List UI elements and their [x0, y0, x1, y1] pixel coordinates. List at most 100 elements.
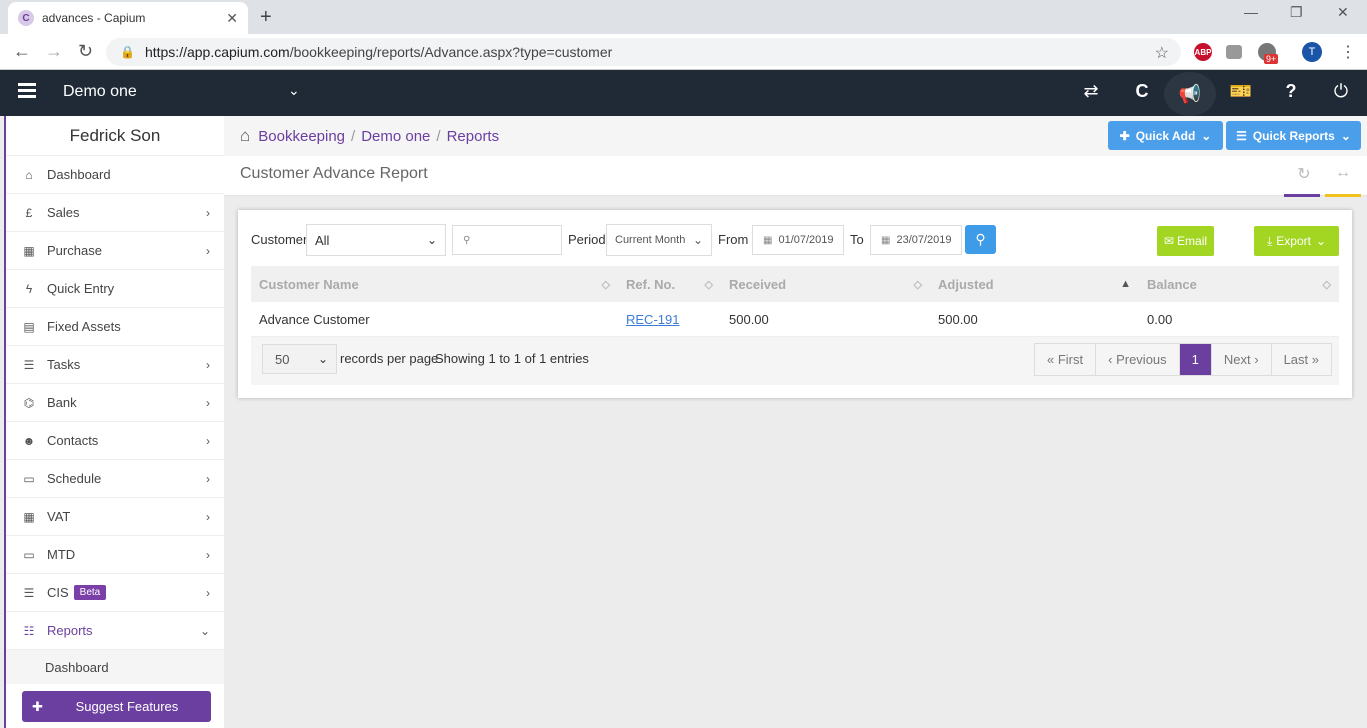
- col-received[interactable]: Received ◇: [721, 266, 930, 302]
- chevron-down-icon: ⌄: [199, 623, 210, 638]
- ref-link[interactable]: REC-191: [626, 312, 679, 327]
- forward-icon[interactable]: →: [45, 41, 63, 62]
- refresh-icon[interactable]: ↻: [1288, 164, 1320, 184]
- cell-ref: REC-191: [618, 302, 721, 336]
- power-icon[interactable]: ⏻: [1326, 81, 1356, 102]
- sidebar-item-label: Quick Entry: [47, 281, 115, 296]
- capium-logo-icon[interactable]: C: [1127, 81, 1157, 102]
- col-customer-name-label: Customer Name: [259, 276, 359, 292]
- users-icon: ☻: [22, 433, 36, 448]
- sidebar-item-purchase[interactable]: ▦ Purchase ›: [6, 232, 224, 270]
- restore-icon[interactable]: ❐: [1290, 4, 1303, 21]
- export-button[interactable]: ⤓ Export ⌄: [1254, 226, 1339, 256]
- chevron-down-icon[interactable]: ⌄: [288, 82, 300, 99]
- suggest-features-label: Suggest Features: [75, 699, 179, 714]
- expand-icon[interactable]: ↔: [1326, 164, 1360, 182]
- back-icon[interactable]: ←: [13, 41, 31, 62]
- home-icon: ⌂: [25, 167, 33, 182]
- company-name[interactable]: Demo one: [63, 83, 137, 101]
- cell-customer: Advance Customer: [259, 311, 370, 327]
- sidebar-item-mtd[interactable]: ▭ MTD ›: [6, 536, 224, 574]
- customer-select[interactable]: All ⌄: [306, 224, 446, 256]
- grid-icon: ▦: [23, 243, 35, 258]
- cell-received: 500.00: [729, 311, 769, 327]
- breadcrumb-reports[interactable]: Reports: [447, 128, 500, 145]
- announcement-icon[interactable]: 📢: [1164, 72, 1216, 116]
- period-select[interactable]: Current Month ⌄: [606, 224, 712, 256]
- address-bar[interactable]: 🔒 https://app.capium.com/bookkeeping/rep…: [106, 38, 1181, 66]
- reload-icon[interactable]: ↻: [78, 41, 93, 62]
- page-last-button[interactable]: Last »: [1271, 344, 1331, 375]
- sidebar-item-schedule[interactable]: ▭ Schedule ›: [6, 460, 224, 498]
- col-adjusted[interactable]: Adjusted ▲: [930, 266, 1139, 302]
- col-ref-no[interactable]: Ref. No. ◇: [618, 266, 721, 302]
- browser-menu-icon[interactable]: ⋮: [1340, 42, 1356, 62]
- col-ref-no-label: Ref. No.: [626, 276, 676, 292]
- records-per-page-label: records per page: [340, 351, 439, 366]
- close-tab-icon[interactable]: ✕: [226, 10, 238, 27]
- sidebar-subitem-dashboard[interactable]: Dashboard: [6, 650, 224, 684]
- sidebar-item-vat[interactable]: ▦ VAT ›: [6, 498, 224, 536]
- app-header: Demo one ⌄ ⇄ C 📢 🎫 ? ⏻: [0, 70, 1367, 116]
- sidebar-item-sales[interactable]: £ Sales ›: [6, 194, 224, 232]
- tasks-icon: ☰: [23, 357, 35, 372]
- sidebar-item-bank[interactable]: ⌬ Bank ›: [6, 384, 224, 422]
- ticket-icon[interactable]: 🎫: [1226, 81, 1256, 102]
- sidebar-item-fixed-assets[interactable]: ▤ Fixed Assets: [6, 308, 224, 346]
- quick-reports-button[interactable]: ☰ Quick Reports ⌄: [1226, 121, 1361, 150]
- indent-icon: ☰: [23, 585, 35, 600]
- col-balance-label: Balance: [1147, 276, 1197, 292]
- sidebar-item-reports[interactable]: ☷ Reports ⌄: [6, 612, 224, 650]
- new-tab-icon[interactable]: +: [260, 6, 272, 29]
- page-next-button[interactable]: Next ›: [1211, 344, 1272, 375]
- to-date-input[interactable]: ▦ 23/07/2019: [870, 225, 962, 255]
- sidebar-item-tasks[interactable]: ☰ Tasks ›: [6, 346, 224, 384]
- suggest-features-button[interactable]: ✚ Suggest Features: [22, 691, 211, 722]
- page-title: Customer Advance Report: [240, 165, 428, 182]
- extension-icon[interactable]: [1226, 45, 1242, 59]
- beta-badge: Beta: [73, 585, 107, 600]
- sidebar-item-label: Purchase: [47, 243, 102, 258]
- page-first-button[interactable]: « First: [1035, 344, 1097, 375]
- profile-avatar[interactable]: T: [1302, 42, 1322, 62]
- tab-title: advances - Capium: [42, 11, 146, 25]
- page-current-button[interactable]: 1: [1179, 344, 1212, 375]
- quick-add-button[interactable]: ✚ Quick Add ⌄: [1108, 121, 1223, 150]
- chevron-down-icon: ⌄: [692, 233, 703, 247]
- col-customer-name[interactable]: Customer Name ◇: [251, 266, 618, 302]
- sidebar-item-dashboard[interactable]: ⌂ Dashboard: [6, 156, 224, 194]
- chevron-down-icon: ⌄: [1315, 234, 1327, 248]
- chevron-down-icon: ⌄: [317, 352, 328, 366]
- home-icon[interactable]: ⌂: [240, 126, 250, 146]
- close-window-icon[interactable]: ✕: [1337, 4, 1349, 21]
- sidebar-item-quick-entry[interactable]: ϟ Quick Entry: [6, 270, 224, 308]
- page-size-select[interactable]: 50 ⌄: [262, 344, 337, 374]
- breadcrumb-bookkeeping[interactable]: Bookkeeping: [258, 128, 345, 145]
- chevron-down-icon: ⌄: [1201, 128, 1212, 143]
- sidebar-item-contacts[interactable]: ☻ Contacts ›: [6, 422, 224, 460]
- from-date-input[interactable]: ▦ 01/07/2019: [752, 225, 844, 255]
- sidebar-item-label: VAT: [47, 509, 71, 524]
- chevron-down-icon: ⌄: [426, 233, 437, 247]
- sort-asc-icon: ▲: [1120, 278, 1131, 290]
- hamburger-menu-icon[interactable]: [18, 83, 36, 101]
- customer-select-value: All: [315, 232, 330, 248]
- breadcrumb-demo-one[interactable]: Demo one: [361, 128, 430, 145]
- from-date-value: 01/07/2019: [778, 234, 834, 246]
- switch-icon[interactable]: ⇄: [1076, 81, 1106, 102]
- adblock-icon[interactable]: ABP: [1194, 43, 1212, 61]
- table-row: Advance Customer REC-191 500.00 500.00 0…: [251, 302, 1339, 337]
- col-balance[interactable]: Balance ◇: [1139, 266, 1339, 302]
- minimize-icon[interactable]: —: [1244, 4, 1258, 20]
- email-button[interactable]: ✉ Email: [1157, 226, 1214, 256]
- sidebar-item-cis[interactable]: ☰ CIS Beta ›: [6, 574, 224, 612]
- search-button[interactable]: ⚲: [965, 225, 996, 254]
- bookmark-star-icon[interactable]: ☆: [1155, 43, 1169, 63]
- browser-tab[interactable]: C advances - Capium ✕: [8, 2, 248, 34]
- help-icon[interactable]: ?: [1276, 81, 1306, 102]
- sidebar-item-label: Schedule: [47, 471, 102, 486]
- browser-tab-strip: C advances - Capium ✕ + — ❐ ✕: [0, 0, 1367, 34]
- chevron-right-icon: ›: [206, 433, 210, 448]
- page-previous-button[interactable]: ‹ Previous: [1096, 344, 1180, 375]
- search-input[interactable]: ⚲: [452, 225, 562, 255]
